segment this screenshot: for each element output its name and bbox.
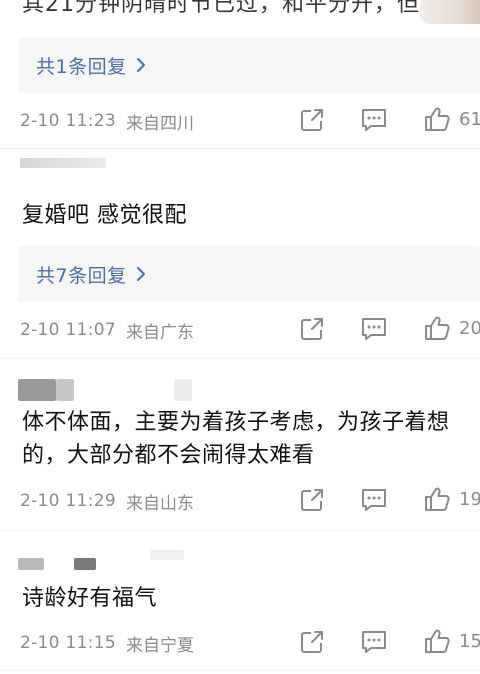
comment-location: 来自四川 bbox=[125, 113, 194, 134]
comment-time: 2-10 11:23 bbox=[20, 111, 116, 131]
share-icon[interactable] bbox=[298, 315, 326, 343]
share-icon[interactable] bbox=[298, 106, 326, 134]
thumbs-up-icon[interactable] bbox=[422, 104, 452, 134]
thumbs-up-icon[interactable] bbox=[422, 313, 452, 343]
divider bbox=[0, 358, 480, 359]
username-blurred bbox=[56, 379, 74, 401]
avatar-blurred bbox=[18, 379, 56, 401]
decorative-corner-image bbox=[420, 0, 480, 24]
view-replies-label: 共1条回复 bbox=[36, 55, 127, 78]
comment-meta: 2-10 11:07 来自广东 bbox=[20, 316, 480, 344]
divider bbox=[0, 148, 480, 149]
chevron-right-icon bbox=[135, 57, 147, 73]
comment-text: 体不体面，主要为着孩子考虑，为孩子着想的，大部分都不会闹得太难看 bbox=[22, 410, 450, 468]
cropped-comment-text: 其21分钟阴晴时节已过，和平分开，但是融洽 bbox=[22, 0, 480, 17]
share-icon[interactable] bbox=[298, 628, 326, 656]
username-blurred bbox=[174, 379, 192, 401]
thumbs-up-icon[interactable] bbox=[422, 484, 452, 514]
avatar-blurred bbox=[18, 558, 44, 570]
like-count: 15 bbox=[459, 631, 480, 652]
comment-time: 2-10 11:07 bbox=[20, 320, 116, 340]
comment-icon[interactable] bbox=[359, 486, 389, 514]
chevron-right-icon bbox=[135, 266, 147, 282]
comment-meta: 2-10 11:15 来自宁夏 bbox=[20, 629, 480, 657]
comment-icon[interactable] bbox=[359, 106, 389, 134]
comment-time: 2-10 11:29 bbox=[20, 491, 116, 511]
share-icon[interactable] bbox=[298, 486, 326, 514]
view-replies-button[interactable]: 共7条回复 bbox=[18, 246, 480, 302]
divider bbox=[0, 670, 480, 671]
username-blurred bbox=[74, 558, 96, 570]
comment-location: 来自山东 bbox=[125, 493, 194, 514]
comment-location: 来自宁夏 bbox=[125, 635, 194, 656]
comment-icon[interactable] bbox=[359, 315, 389, 343]
comment-meta: 2-10 11:23 来自四川 bbox=[20, 107, 480, 135]
like-count: 61 bbox=[459, 109, 480, 130]
comment-text: 复婚吧 感觉很配 bbox=[22, 203, 187, 228]
comment-location: 来自广东 bbox=[125, 322, 194, 343]
comment-icon[interactable] bbox=[359, 628, 389, 656]
comment-time: 2-10 11:15 bbox=[20, 633, 116, 653]
like-count: 19 bbox=[459, 489, 480, 510]
username-blurred bbox=[150, 550, 184, 560]
view-replies-label: 共7条回复 bbox=[36, 264, 127, 287]
thumbs-up-icon[interactable] bbox=[422, 626, 452, 656]
username-blurred bbox=[20, 158, 106, 168]
comment-meta: 2-10 11:29 来自山东 bbox=[20, 487, 480, 515]
divider bbox=[0, 530, 480, 531]
comment-text: 诗龄好有福气 bbox=[22, 586, 158, 611]
view-replies-button[interactable]: 共1条回复 bbox=[18, 37, 480, 93]
like-count: 20 bbox=[459, 318, 480, 339]
